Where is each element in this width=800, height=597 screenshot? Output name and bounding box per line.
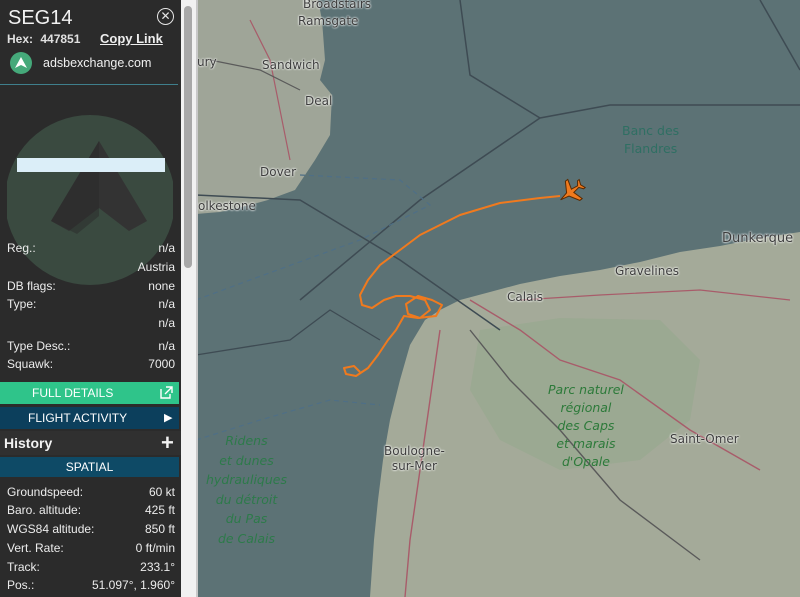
- panel-scrollbar[interactable]: [181, 0, 196, 597]
- info-label: Type Desc.:: [7, 339, 71, 353]
- spatial-label: Track:: [7, 560, 40, 574]
- history-section-header[interactable]: History +: [0, 431, 181, 455]
- divider: [0, 84, 178, 85]
- place-label-saint-omer: Saint-Omer: [670, 432, 739, 446]
- hex-row: Hex: 447851 Copy Link: [7, 31, 163, 46]
- spatial-value: 0 ft/min: [135, 541, 175, 555]
- info-row: Squawk: 7000: [7, 357, 175, 375]
- map-edge-divider: [196, 0, 198, 597]
- place-label-boulogne: Boulogne- sur-Mer: [384, 444, 445, 473]
- place-label-calais: Calais: [507, 290, 544, 304]
- spatial-label: Groundspeed:: [7, 485, 84, 499]
- spatial-value: 60 kt: [148, 485, 175, 499]
- spatial-value: 425 ft: [144, 503, 175, 517]
- place-label-ramsgate: Ramsgate: [298, 14, 359, 28]
- info-label: Reg.:: [7, 241, 36, 255]
- scrollbar-thumb[interactable]: [184, 6, 192, 268]
- info-row: Austria: [7, 260, 175, 278]
- flight-activity-label: FLIGHT ACTIVITY: [28, 411, 128, 425]
- spatial-label: Pos.:: [7, 578, 35, 592]
- info-value: 7000: [148, 357, 175, 371]
- chevron-right-icon: ▶: [164, 412, 173, 424]
- spatial-label: Vert. Rate:: [7, 541, 64, 555]
- place-label-parc-naturel: Parc naturel régional des Caps et marais…: [548, 382, 624, 469]
- info-row: n/a: [7, 316, 175, 334]
- place-label-dover: Dover: [260, 165, 296, 179]
- aircraft-info-panel: SEG14 ✕ Hex: 447851 Copy Link adsbexchan…: [0, 0, 181, 597]
- info-label: DB flags:: [7, 279, 56, 293]
- spatial-label: Baro. altitude:: [7, 503, 82, 517]
- spatial-row: Groundspeed: 60 kt: [7, 485, 175, 503]
- history-label: History: [4, 435, 53, 451]
- full-details-button[interactable]: FULL DETAILS: [0, 382, 179, 404]
- callsign: SEG14: [8, 7, 73, 29]
- info-value: n/a: [158, 241, 175, 255]
- info-row: DB flags: none: [7, 279, 175, 297]
- source-name: adsbexchange.com: [43, 56, 152, 70]
- spatial-row: Track: 233.1°: [7, 560, 175, 578]
- spatial-label: WGS84 altitude:: [7, 522, 95, 536]
- place-label-dunkerque: Dunkerque: [722, 231, 794, 246]
- place-label-ridens: Ridens et dunes hydrauliques du détroit …: [206, 433, 287, 546]
- spatial-value: 850 ft: [144, 522, 175, 536]
- info-value: Austria: [137, 260, 175, 274]
- info-value: n/a: [158, 316, 175, 330]
- hex-label: Hex:: [7, 32, 34, 46]
- full-details-label: FULL DETAILS: [32, 386, 114, 400]
- copy-link[interactable]: Copy Link: [100, 31, 163, 46]
- flight-activity-button[interactable]: FLIGHT ACTIVITY ▶: [0, 407, 179, 429]
- place-label-ury: ury: [197, 55, 217, 69]
- photo-placeholder: [17, 158, 165, 172]
- spatial-row: Pos.: 51.097°, 1.960°: [7, 578, 175, 596]
- close-circle-icon[interactable]: ✕: [157, 8, 174, 25]
- plus-icon[interactable]: +: [161, 431, 174, 455]
- info-label: Type:: [7, 297, 37, 311]
- spatial-row: Baro. altitude: 425 ft: [7, 503, 175, 521]
- place-label-deal: Deal: [305, 94, 333, 108]
- info-value: none: [148, 279, 175, 293]
- spatial-row: WGS84 altitude: 850 ft: [7, 522, 175, 540]
- info-value: n/a: [158, 339, 175, 353]
- place-label-broadstairs: Broadstairs: [303, 0, 372, 11]
- info-row: Reg.: n/a: [7, 241, 175, 259]
- info-row: Type: n/a: [7, 297, 175, 315]
- spatial-row: Vert. Rate: 0 ft/min: [7, 541, 175, 559]
- spatial-value: 233.1°: [140, 560, 175, 574]
- place-label-folkestone: olkestone: [198, 199, 256, 213]
- info-label: Squawk:: [7, 357, 54, 371]
- external-link-icon: [160, 386, 173, 399]
- spatial-section-header: SPATIAL: [0, 457, 179, 477]
- place-label-gravelines: Gravelines: [615, 264, 679, 278]
- spatial-value: 51.097°, 1.960°: [92, 578, 175, 592]
- adsbexchange-logo-icon: [10, 52, 32, 74]
- hex-value: 447851: [40, 32, 81, 46]
- place-label-banc-des-flandres: Banc des Flandres: [622, 123, 680, 156]
- info-value: n/a: [158, 297, 175, 311]
- info-row: Type Desc.: n/a: [7, 339, 175, 357]
- place-label-sandwich: Sandwich: [262, 58, 320, 72]
